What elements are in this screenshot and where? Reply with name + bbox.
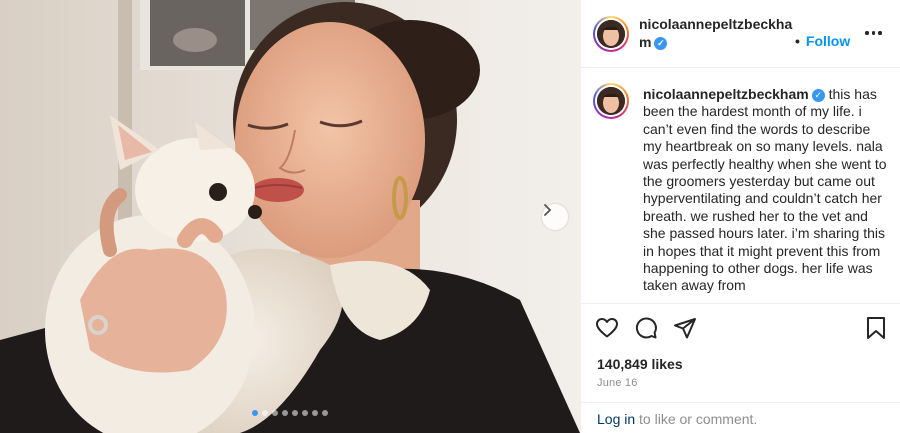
carousel-dot	[312, 410, 318, 416]
caption-body: this has been the hardest month of my li…	[643, 86, 887, 294]
post-header: nicolaannepeltzbeckham ✓ • Follow	[581, 0, 900, 68]
instagram-post: nicolaannepeltzbeckham ✓ • Follow nicola…	[0, 0, 900, 433]
caption-scroll-area[interactable]: nicolaannepeltzbeckham ✓ this has been th…	[581, 69, 900, 303]
carousel-indicator	[0, 410, 580, 416]
photo-illustration	[0, 0, 580, 433]
avatar-image	[597, 20, 625, 48]
login-prompt: Log in to like or comment.	[581, 402, 900, 433]
separator-bullet: •	[795, 33, 800, 49]
comment-icon[interactable]	[634, 316, 658, 340]
chevron-right-icon	[544, 204, 552, 216]
carousel-dot	[302, 410, 308, 416]
post-date[interactable]: June 16	[597, 377, 638, 389]
bookmark-icon[interactable]	[865, 316, 887, 340]
carousel-dot	[272, 410, 278, 416]
login-prompt-text: to like or comment.	[639, 411, 758, 427]
post-sidebar: nicolaannepeltzbeckham ✓ • Follow nicola…	[580, 0, 900, 433]
header-username[interactable]: nicolaannepeltzbeckham ✓	[639, 15, 804, 51]
header-avatar[interactable]	[593, 16, 629, 52]
share-icon[interactable]	[673, 316, 697, 340]
carousel-dot	[252, 410, 258, 416]
like-count[interactable]: 140,849 likes	[597, 356, 683, 372]
carousel-dot	[322, 410, 328, 416]
verified-badge-icon: ✓	[654, 36, 668, 50]
carousel-dot	[292, 410, 298, 416]
caption-avatar[interactable]	[593, 83, 629, 119]
follow-button[interactable]: Follow	[806, 33, 850, 49]
heart-icon[interactable]	[595, 316, 619, 340]
avatar-image	[597, 87, 625, 115]
header-follow: • Follow	[795, 33, 850, 49]
action-bar	[581, 303, 900, 351]
caption-text: nicolaannepeltzbeckham ✓ this has been th…	[643, 86, 891, 295]
carousel-dot	[282, 410, 288, 416]
login-link[interactable]: Log in	[597, 411, 635, 427]
verified-badge-icon: ✓	[811, 88, 825, 102]
more-options-icon[interactable]	[865, 26, 885, 40]
caption-username[interactable]: nicolaannepeltzbeckham	[643, 86, 809, 102]
post-photo[interactable]	[0, 0, 580, 433]
carousel-dot	[262, 410, 268, 416]
next-photo-button[interactable]	[542, 204, 568, 230]
